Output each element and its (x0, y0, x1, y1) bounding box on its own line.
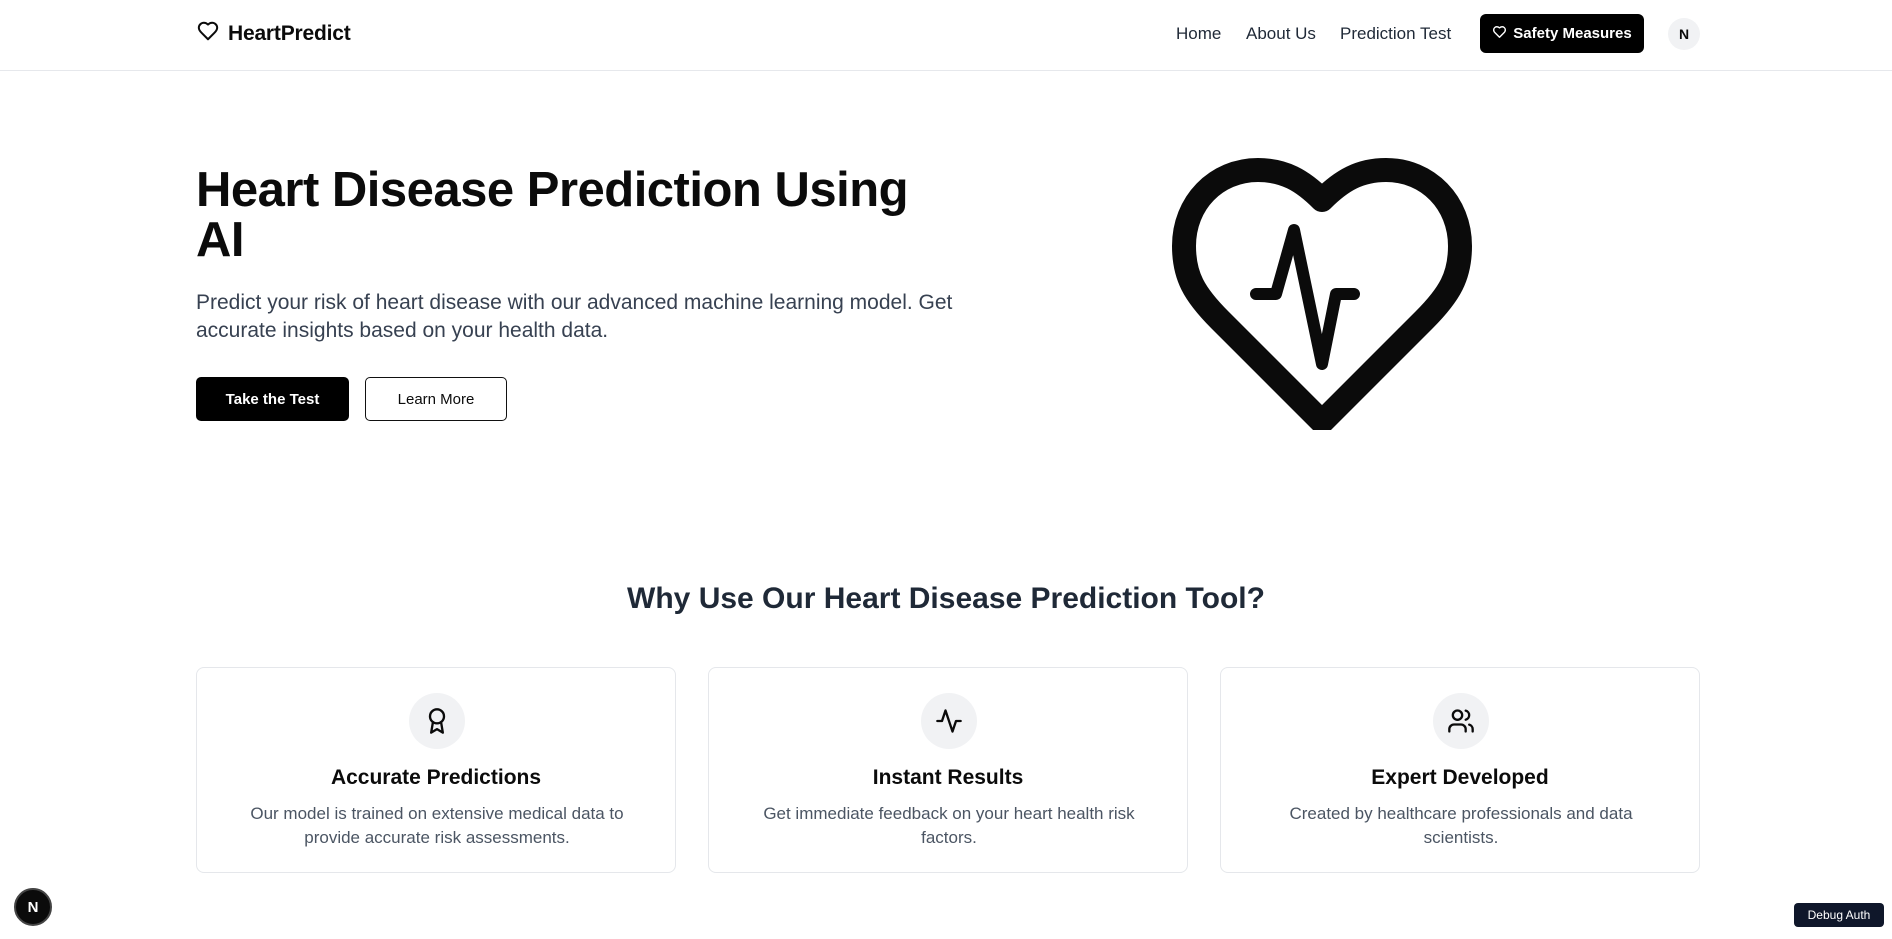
nav-link-prediction-test[interactable]: Prediction Test (1340, 24, 1451, 44)
feature-card-expert-developed: Expert Developed Created by healthcare p… (1220, 667, 1700, 873)
top-navbar: HeartPredict Home About Us Prediction Te… (0, 0, 1892, 71)
feature-card-description: Get immediate feedback on your heart hea… (763, 804, 1135, 847)
feature-card-description: Created by healthcare professionals and … (1289, 804, 1633, 847)
feature-card-title: Expert Developed (1371, 766, 1549, 789)
feature-card-instant-results: Instant Results Get immediate feedback o… (708, 667, 1188, 873)
hero-title: Heart Disease Prediction Using AI (196, 163, 909, 267)
heart-pulse-illustration (1172, 158, 1472, 434)
brand-name: HeartPredict (228, 21, 351, 45)
user-avatar[interactable]: N (1668, 18, 1700, 50)
nav-link-about-us[interactable]: About Us (1246, 24, 1316, 44)
debug-auth-button[interactable]: Debug Auth (1794, 903, 1884, 927)
heart-icon (196, 20, 220, 47)
learn-more-button[interactable]: Learn More (365, 377, 507, 421)
heart-icon (1492, 25, 1507, 43)
feature-card-title: Instant Results (872, 766, 1024, 789)
brand-logo[interactable]: HeartPredict (196, 20, 351, 47)
nav-link-home[interactable]: Home (1176, 24, 1221, 44)
safety-measures-button[interactable]: Safety Measures (1480, 14, 1644, 53)
award-icon (409, 693, 465, 749)
heart-pulse-icon (1172, 158, 1472, 434)
activity-icon (921, 693, 977, 749)
features-section-title: Why Use Our Heart Disease Prediction Too… (627, 582, 1265, 615)
feature-card-description: Our model is trained on extensive medica… (250, 804, 624, 847)
take-the-test-button[interactable]: Take the Test (196, 377, 349, 421)
hero-subtitle: Predict your risk of heart disease with … (196, 291, 953, 342)
nextjs-dev-badge[interactable]: N (14, 888, 52, 926)
feature-card-accurate-predictions: Accurate Predictions Our model is traine… (196, 667, 676, 873)
feature-card-title: Accurate Predictions (330, 766, 542, 789)
safety-measures-label: Safety Measures (1513, 25, 1632, 42)
users-icon (1433, 693, 1489, 749)
